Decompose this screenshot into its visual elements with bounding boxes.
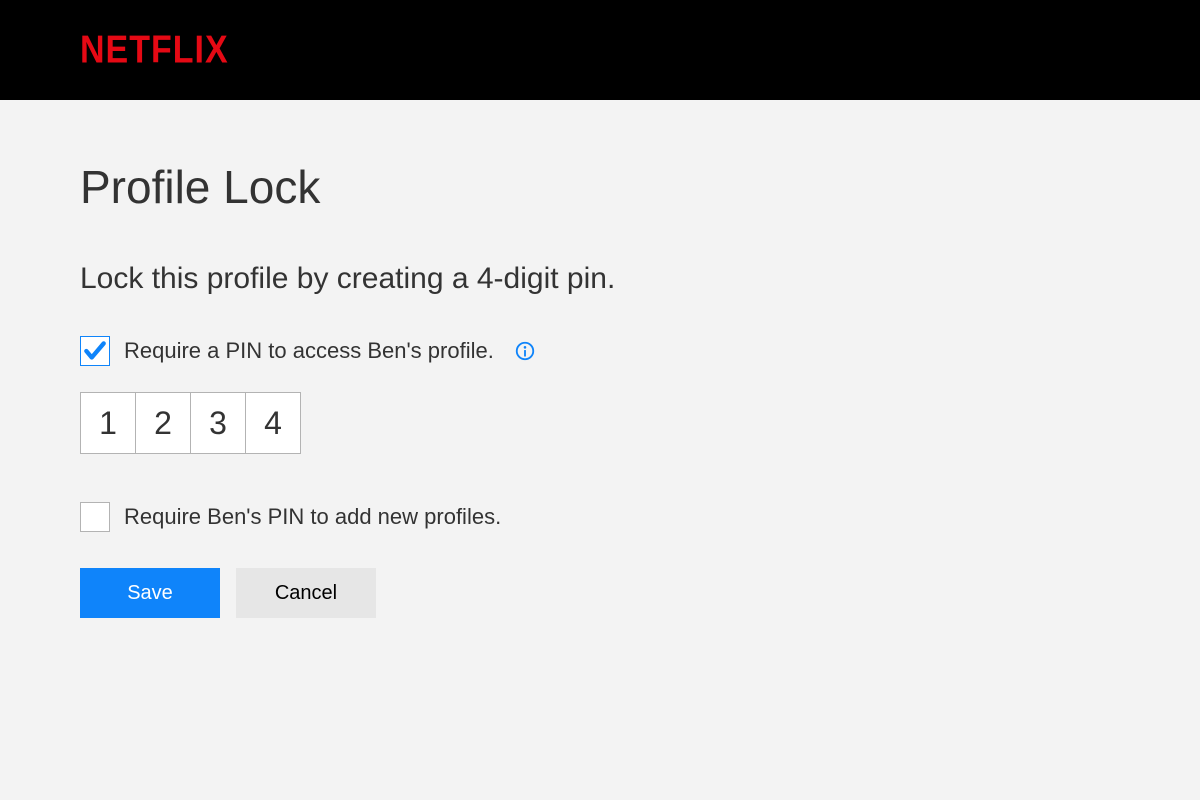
require-pin-add-profile-checkbox[interactable]	[80, 502, 110, 532]
pin-input-row	[80, 392, 1120, 454]
page-title: Profile Lock	[80, 160, 1120, 214]
info-icon[interactable]	[514, 340, 536, 362]
instruction-text: Lock this profile by creating a 4-digit …	[80, 262, 1120, 296]
cancel-button[interactable]: Cancel	[236, 568, 376, 618]
require-pin-add-profile-label: Require Ben's PIN to add new profiles.	[124, 504, 501, 530]
pin-digit-1[interactable]	[80, 392, 136, 454]
app-header: NETFLIX	[0, 0, 1200, 100]
button-row: Save Cancel	[80, 568, 1120, 618]
require-pin-add-profile-row: Require Ben's PIN to add new profiles.	[80, 502, 1120, 532]
require-pin-access-row: Require a PIN to access Ben's profile.	[80, 336, 1120, 366]
checkmark-icon	[82, 338, 108, 364]
require-pin-access-label: Require a PIN to access Ben's profile.	[124, 338, 494, 364]
brand-logo[interactable]: NETFLIX	[80, 28, 229, 73]
pin-digit-4[interactable]	[245, 392, 301, 454]
pin-digit-2[interactable]	[135, 392, 191, 454]
main-content: Profile Lock Lock this profile by creati…	[0, 100, 1200, 678]
save-button[interactable]: Save	[80, 568, 220, 618]
require-pin-access-checkbox[interactable]	[80, 336, 110, 366]
pin-digit-3[interactable]	[190, 392, 246, 454]
